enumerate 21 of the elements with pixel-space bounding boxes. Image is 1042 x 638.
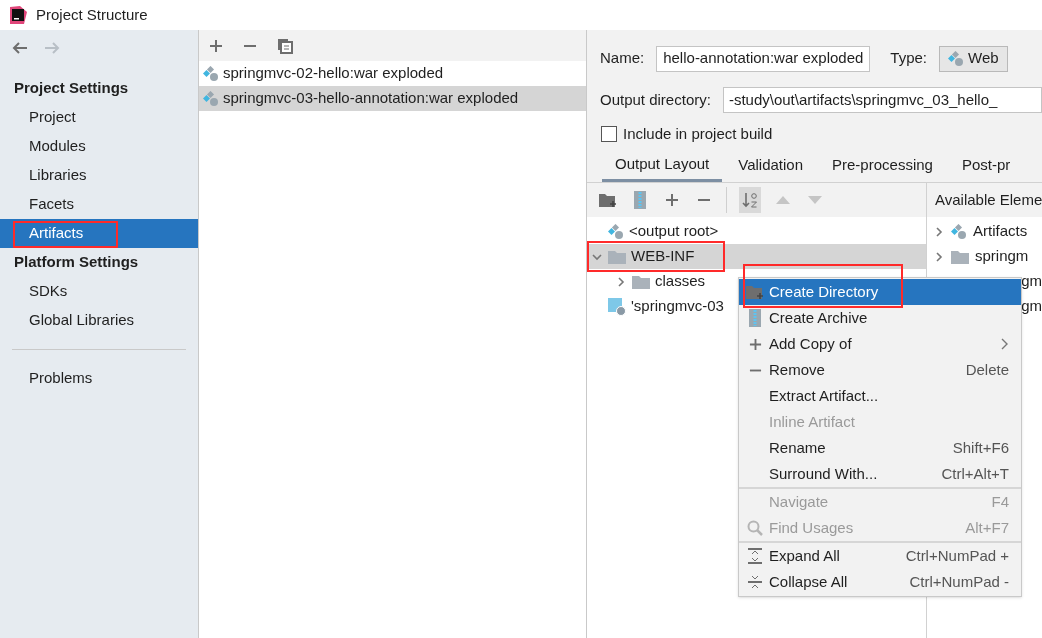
tree-label: gm <box>1021 271 1042 292</box>
section-heading: Platform Settings <box>13 252 140 273</box>
window-title: Project Structure <box>36 4 148 25</box>
tree-label: 'springmvc-03 <box>631 296 724 317</box>
shortcut-label: F4 <box>991 491 1009 512</box>
shortcut-label: Delete <box>965 359 1009 380</box>
shortcut-label: Ctrl+NumPad + <box>905 545 1009 566</box>
shortcut-label: Ctrl+NumPad - <box>909 571 1009 592</box>
section-heading: Project Settings <box>13 78 130 99</box>
tree-label: gm <box>1021 296 1042 317</box>
shortcut-label: Ctrl+Alt+T <box>941 463 1009 484</box>
tree-label: classes <box>655 271 706 292</box>
field-label: Output directory: <box>600 89 711 110</box>
shortcut-label: Alt+F7 <box>965 517 1009 538</box>
field-label: Name: <box>600 48 645 69</box>
field-label: Type: <box>890 48 928 69</box>
tree-label: WEB-INF <box>631 246 695 267</box>
tree-label: <output root> <box>629 221 719 242</box>
panel-heading: Available Eleme <box>935 189 1042 210</box>
shortcut-label: Shift+F6 <box>952 437 1009 458</box>
checkbox-label: Include in project build <box>623 123 773 144</box>
